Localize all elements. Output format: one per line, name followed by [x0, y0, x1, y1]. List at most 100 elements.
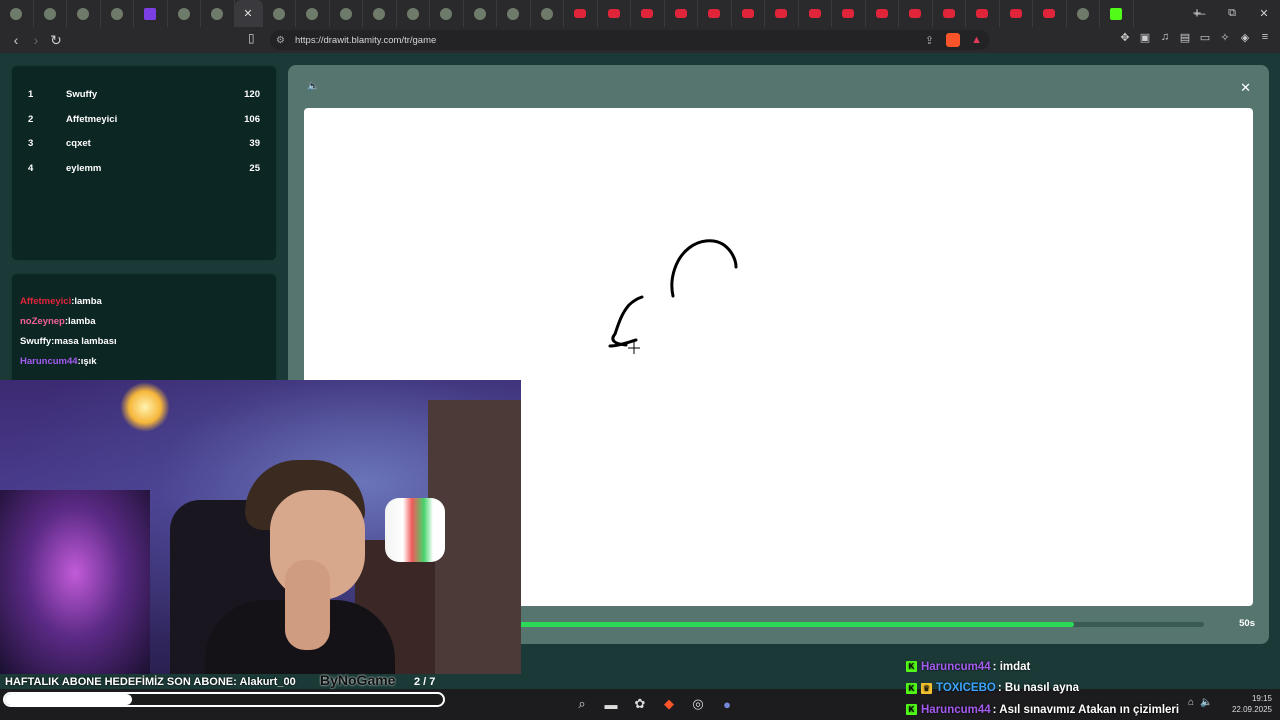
chat-text: :lamba: [64, 316, 96, 327]
tab-active[interactable]: ✕: [234, 0, 263, 27]
start-icon[interactable]: [543, 693, 563, 715]
tab[interactable]: [899, 0, 933, 27]
reload-icon[interactable]: ↻: [46, 32, 66, 49]
close-window-button[interactable]: ✕: [1248, 0, 1280, 27]
favicon-icon: [177, 7, 190, 20]
favicon-icon: [574, 9, 587, 18]
tab[interactable]: [464, 0, 497, 27]
wallet-icon[interactable]: ▭: [1198, 31, 1212, 47]
scoreboard: 1 Swuffy 120 2 Affetmeyici 106 3 cqxet 39 4 eylemm…: [11, 65, 277, 261]
score-rank: 4: [28, 163, 34, 175]
brave-browser-icon[interactable]: ◆: [659, 693, 679, 715]
tab[interactable]: [1000, 0, 1033, 27]
tab[interactable]: [631, 0, 665, 27]
nav-buttons: ‹ › ↻: [0, 32, 66, 49]
tab[interactable]: [564, 0, 598, 27]
tab[interactable]: [363, 0, 397, 27]
file-explorer-icon[interactable]: ▬: [601, 693, 621, 715]
favicon-icon: [43, 7, 56, 20]
webcam-poster: [0, 490, 150, 674]
forward-icon[interactable]: ›: [26, 32, 46, 48]
volume-icon[interactable]: 🔈: [1200, 697, 1212, 708]
site-settings-icon[interactable]: ⚙: [276, 35, 285, 46]
tab[interactable]: [330, 0, 363, 27]
streamer-hand: [285, 560, 330, 650]
back-icon[interactable]: ‹: [6, 32, 26, 48]
tab[interactable]: [296, 0, 330, 27]
tab[interactable]: [832, 0, 866, 27]
score-list: 1 Swuffy 120 2 Affetmeyici 106 3 cqxet 39 4 eylemm…: [12, 66, 276, 181]
bookmark-icon[interactable]: ▯: [248, 31, 255, 45]
score-rank: 3: [28, 138, 34, 150]
url-text[interactable]: https://drawit.blamity.com/tr/game: [295, 35, 436, 46]
tab[interactable]: [966, 0, 1000, 27]
favicon-icon: [1076, 7, 1089, 20]
chat-username: Swuffy: [20, 336, 52, 347]
favicon-icon: [607, 9, 620, 18]
music-icon[interactable]: ♫: [1158, 31, 1172, 47]
tab[interactable]: [101, 0, 134, 27]
sponsor-logo: ByNoGame: [320, 672, 396, 688]
tab[interactable]: [1067, 0, 1100, 27]
tab[interactable]: [201, 0, 235, 27]
discord-icon[interactable]: ●: [717, 693, 737, 715]
speaker-icon[interactable]: 🔈: [307, 81, 319, 92]
close-game-button[interactable]: ✕: [1240, 80, 1251, 96]
tab[interactable]: [263, 0, 296, 27]
tab[interactable]: [67, 0, 101, 27]
close-tab-icon[interactable]: ✕: [243, 7, 252, 20]
tab[interactable]: [531, 0, 564, 27]
tab[interactable]: [397, 0, 430, 27]
tab[interactable]: [1033, 0, 1067, 27]
tab[interactable]: [933, 0, 966, 27]
tab[interactable]: [497, 0, 531, 27]
tab[interactable]: [765, 0, 799, 27]
screenshot-icon[interactable]: ▣: [1138, 31, 1152, 47]
brave-rewards-icon[interactable]: ▲: [971, 34, 982, 46]
minimize-button[interactable]: —: [1184, 0, 1216, 27]
tab[interactable]: [0, 0, 34, 27]
score-points: 106: [244, 113, 260, 125]
network-icon[interactable]: ⌂: [1188, 697, 1194, 708]
favicon-icon: [1110, 7, 1123, 20]
search-icon[interactable]: ⌕: [572, 693, 592, 715]
tab[interactable]: [34, 0, 67, 27]
taskbar-clock[interactable]: 19:15 22.09.2025: [1232, 693, 1272, 715]
toolbar-extensions: ✥ ▣ ♫ ▤ ▭ ✧ ◈ ≡: [1118, 31, 1272, 47]
favicon-icon: [211, 7, 224, 20]
tab[interactable]: [430, 0, 464, 27]
brave-shields-icon[interactable]: [946, 33, 960, 47]
chat-text: :lamba: [71, 296, 102, 307]
chatgpt-icon[interactable]: ✿: [630, 693, 650, 715]
tab[interactable]: [598, 0, 631, 27]
tab[interactable]: [665, 0, 698, 27]
vpn-icon[interactable]: ◈: [1238, 31, 1252, 47]
favicon-icon: [272, 7, 285, 20]
browser-tab-strip: ✕ + — ⧉ ✕: [0, 0, 1280, 27]
favicon-icon: [976, 9, 989, 18]
obs-icon[interactable]: ◎: [688, 693, 708, 715]
extensions-icon[interactable]: ✥: [1118, 31, 1132, 47]
tab[interactable]: [866, 0, 899, 27]
tab[interactable]: [799, 0, 832, 27]
favicon-icon: [440, 7, 453, 20]
tab[interactable]: [732, 0, 765, 27]
timer-label: 50s: [1239, 618, 1255, 629]
maximize-button[interactable]: ⧉: [1216, 0, 1248, 27]
tab[interactable]: [1100, 0, 1134, 27]
tab[interactable]: [134, 0, 168, 27]
window-controls: — ⧉ ✕: [1184, 0, 1280, 27]
chat-message: Affetmeyici:lamba: [20, 296, 276, 316]
sub-goal-text: HAFTALIK ABONE HEDEFİMİZ SON ABONE: Alak…: [5, 676, 296, 688]
tab[interactable]: [698, 0, 732, 27]
menu-icon[interactable]: ≡: [1258, 31, 1272, 47]
share-icon[interactable]: ⇪: [925, 34, 934, 47]
leo-ai-icon[interactable]: ✧: [1218, 31, 1232, 47]
tab-list: ✕: [0, 0, 1180, 27]
address-bar[interactable]: ⚙ https://drawit.blamity.com/tr/game ⇪ ▲: [270, 30, 990, 50]
tab[interactable]: [168, 0, 201, 27]
favicon-icon: [1043, 9, 1056, 18]
crosshair-cursor-icon: [628, 342, 640, 354]
sidebar-icon[interactable]: ▤: [1178, 31, 1192, 47]
chat-username: Affetmeyici: [20, 296, 72, 307]
